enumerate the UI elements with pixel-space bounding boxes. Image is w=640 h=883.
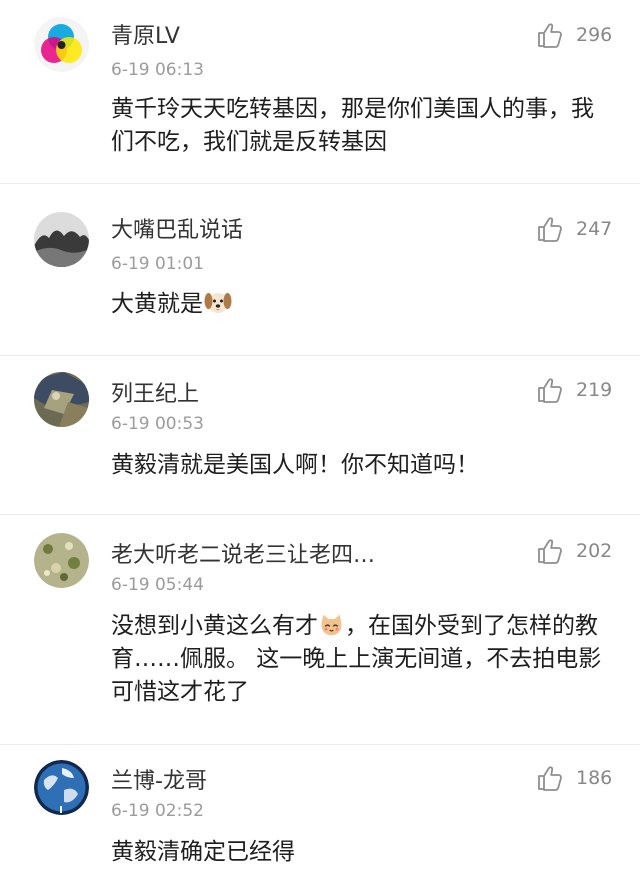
abstract-avatar-icon [34,372,89,427]
thumbs-up-icon [536,215,564,243]
color-circles-avatar-icon [34,17,89,72]
comment-text: 黄毅清确定已经得 [111,839,295,865]
timestamp: 6-19 00:53 [111,414,204,434]
timestamp: 6-19 01:01 [111,254,204,274]
like-button[interactable]: 186 [536,762,616,794]
comment-text: 大黄就是 [111,287,616,321]
username[interactable]: 列王纪上 [111,376,199,408]
landscape-avatar-icon [34,212,89,267]
timestamp: 6-19 06:13 [111,60,204,80]
like-button[interactable]: 296 [536,19,616,51]
username[interactable]: 老大听老二说老三让老四… [111,537,375,569]
timestamp: 6-19 05:44 [111,575,204,595]
timestamp: 6-19 02:52 [111,801,204,821]
username[interactable]: 青原LV [111,18,180,50]
like-count: 247 [576,218,613,240]
like-button[interactable]: 219 [536,374,616,406]
thumbs-up-icon [536,21,564,49]
comment-item: 老大听老二说老三让老四… 6-19 05:44 没想到小黄这么有才 ，在国外受到… [0,515,640,745]
comment-item: 兰博-龙哥 6-19 02:52 黄毅清确定已经得 186 [0,745,640,883]
comment-item: 列王纪上 6-19 00:53 黄毅清就是美国人啊！你不知道吗！ 219 [0,356,640,515]
user-avatar[interactable] [34,212,89,267]
like-count: 219 [576,379,613,401]
comment-item: 青原LV 6-19 06:13 黄千玲天天吃转基因，那是你们美国人的事，我们不吃… [0,0,640,184]
food-avatar-icon [34,533,89,588]
cat-face-emoji [321,614,342,636]
earth-avatar-icon [34,760,89,815]
dog-face-emoji [204,293,232,313]
like-count: 186 [576,767,613,789]
like-button[interactable]: 247 [536,213,616,245]
comment-text: 黄毅清就是美国人啊！你不知道吗！ [111,452,479,478]
thumbs-up-icon [536,537,564,565]
like-count: 202 [576,540,613,562]
thumbs-up-icon [536,764,564,792]
comment-text: 黄千玲天天吃转基因，那是你们美国人的事，我们不吃，我们就是反转基因 [111,96,594,155]
thumbs-up-icon [536,376,564,404]
user-avatar[interactable] [34,17,89,72]
comment-text-body: 大黄就是 [111,291,203,317]
comment-item: 大嘴巴乱说话 6-19 01:01 大黄就是 247 [0,184,640,356]
user-avatar[interactable] [34,372,89,427]
username[interactable]: 兰博-龙哥 [111,763,207,795]
user-avatar[interactable] [34,760,89,815]
username[interactable]: 大嘴巴乱说话 [111,212,243,244]
comment-text-part: 没想到小黄这么有才 [111,613,318,639]
like-count: 296 [576,24,613,46]
user-avatar[interactable] [34,533,89,588]
like-button[interactable]: 202 [536,535,616,567]
comment-text: 没想到小黄这么有才 ，在国外受到了怎样的教育……佩服。 这一晚上上演无间道，不去… [111,610,616,709]
